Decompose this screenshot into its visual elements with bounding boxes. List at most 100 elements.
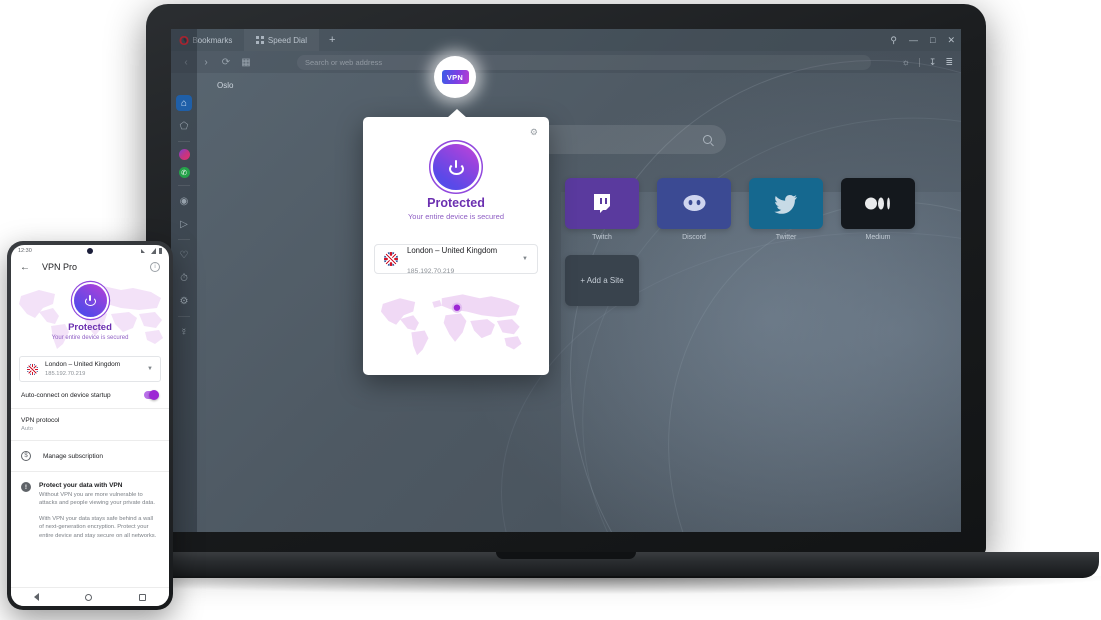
opera-browser-window: ♥ Bookmarks Speed Dial + ⚲ — □ ✕ ‹ › ⟳ ▦… — [171, 29, 961, 532]
browser-sidebar: O ⌂ ⬠ ✆ ◉ ▷ ♡ ⏱ ⚙ ☿ — [171, 29, 197, 532]
location-marker — [453, 304, 461, 311]
twitter-icon — [749, 178, 823, 229]
new-tab-button[interactable]: + — [319, 34, 345, 46]
back-nav-icon[interactable] — [34, 593, 40, 601]
snapshot-icon[interactable]: ☼ — [902, 57, 910, 67]
phone-vpn-hero: Protected Your entire device is secured — [11, 278, 169, 351]
home-nav-icon[interactable] — [85, 593, 93, 601]
laptop-shadow — [26, 576, 1101, 594]
address-placeholder: Search or web address — [305, 57, 383, 67]
vpn-power-button[interactable] — [433, 144, 479, 190]
vpn-location-selector[interactable]: London – United Kingdom 185.192.70.219 ▼ — [374, 244, 538, 275]
uk-flag-icon — [27, 363, 38, 375]
world-map — [374, 283, 538, 359]
address-bar-right-icons: ☼ ↧ ≣ — [902, 51, 953, 73]
laptop-screen: ♥ Bookmarks Speed Dial + ⚲ — □ ✕ ‹ › ⟳ ▦… — [171, 29, 961, 532]
weather-city: Oslo — [217, 81, 234, 90]
vpn-status-title: Protected — [427, 196, 485, 210]
opera-logo[interactable]: O — [176, 32, 192, 48]
speed-dial-page: Oslo Search the web — [197, 73, 961, 532]
chevron-down-icon[interactable]: ▼ — [147, 366, 153, 372]
easy-setup-icon[interactable]: ≣ — [945, 57, 953, 68]
pinboards-icon[interactable]: ⬠ — [176, 118, 192, 134]
vpn-protocol-row[interactable]: VPN protocol Auto — [11, 409, 169, 441]
home-icon[interactable]: ⌂ — [176, 95, 192, 111]
magnifier-icon[interactable] — [703, 135, 712, 144]
vpn-power-button[interactable] — [73, 284, 107, 317]
forward-icon[interactable]: › — [201, 57, 211, 68]
reload-icon[interactable]: ⟳ — [221, 57, 231, 68]
info-icon[interactable]: i — [150, 262, 160, 272]
tab-label: Bookmarks — [192, 35, 233, 45]
address-input[interactable]: Search or web address — [297, 54, 871, 70]
instagram-icon[interactable] — [178, 149, 190, 160]
vpn-status-subtitle: Your entire device is secured — [51, 335, 129, 341]
autoconnect-toggle[interactable] — [144, 390, 159, 400]
speed-dial-item-medium[interactable]: Medium — [841, 178, 915, 241]
divider — [178, 141, 190, 142]
vpn-status-title: Protected — [68, 322, 112, 333]
back-arrow-icon[interactable]: ← — [20, 262, 30, 273]
speed-dial-item-twitter[interactable]: Twitter — [749, 178, 823, 241]
tab-speed-dial[interactable]: Speed Dial — [244, 29, 319, 51]
camera-notch — [87, 247, 93, 254]
divider — [178, 316, 190, 317]
info-filled-icon: ! — [21, 482, 31, 492]
telegram-icon[interactable]: ▷ — [176, 216, 192, 232]
downloads-icon[interactable]: ↧ — [929, 57, 937, 68]
vpn-location-name: London – United Kingdom — [407, 246, 498, 255]
divider — [178, 239, 190, 240]
vpn-protocol-value: Auto — [21, 426, 33, 432]
vpn-location-ip: 185.192.70.219 — [45, 370, 86, 377]
settings-gear-icon[interactable]: ⚙ — [530, 127, 538, 138]
discord-icon — [657, 178, 731, 229]
whatsapp-icon[interactable]: ✆ — [178, 167, 190, 178]
speed-dial-item-twitch[interactable]: Twitch — [565, 178, 639, 241]
chevron-down-icon[interactable]: ▼ — [522, 256, 528, 262]
wifi-icon — [151, 247, 156, 254]
speed-dial-item-discord[interactable]: Discord — [657, 178, 731, 241]
signal-icon — [140, 248, 149, 253]
history-icon[interactable]: ⏱ — [176, 270, 192, 286]
speed-dial-label: Medium — [865, 234, 891, 241]
recents-nav-icon[interactable] — [138, 593, 146, 601]
laptop-device: ♥ Bookmarks Speed Dial + ⚲ — □ ✕ ‹ › ⟳ ▦… — [26, 4, 1101, 594]
vpn-status-subtitle: Your entire device is secured — [407, 212, 505, 221]
add-site-label: + Add a Site — [580, 276, 624, 285]
vpn-location-ip: 185.192.70.219 — [407, 268, 455, 275]
minimize-icon[interactable]: — — [909, 35, 918, 45]
close-icon[interactable]: ✕ — [947, 35, 955, 45]
weather-widget[interactable]: Oslo — [217, 81, 233, 90]
power-icon — [448, 159, 464, 175]
phone-device: 12:30 ← VPN Pro i Protected Your entire … — [7, 241, 173, 610]
search-icon[interactable]: ⚲ — [890, 35, 897, 45]
maximize-icon[interactable]: □ — [930, 35, 935, 45]
protect-info-block: ! Protect your data with VPN Without VPN… — [11, 472, 169, 540]
vpn-location-name: London – United Kingdom — [45, 360, 121, 368]
protect-title: Protect your data with VPN — [39, 482, 123, 489]
tab-label: Speed Dial — [267, 35, 307, 45]
search-bulb-icon[interactable]: ☿ — [176, 324, 192, 340]
add-site-button[interactable]: + Add a Site — [565, 255, 639, 318]
phone-status-bar: 12:30 — [11, 245, 169, 256]
window-controls: ⚲ — □ ✕ — [890, 29, 955, 51]
battery-icon — [158, 247, 162, 254]
vpn-location-selector[interactable]: London – United Kingdom 185.192.70.219 ▼ — [19, 356, 161, 382]
player-icon[interactable]: ◉ — [176, 193, 192, 209]
laptop-base-lip — [496, 552, 636, 559]
autoconnect-row[interactable]: Auto-connect on device startup — [11, 382, 169, 409]
speeddial-icon[interactable]: ▦ — [241, 57, 251, 68]
vpn-badge[interactable]: VPN — [441, 70, 469, 84]
vpn-popup-panel: ⚙ Protected Your entire device is secure… — [363, 109, 549, 375]
autoconnect-label: Auto-connect on device startup — [21, 391, 111, 399]
speed-dial-label: Twitch — [592, 234, 612, 241]
uk-flag-icon — [384, 252, 398, 266]
medium-icon — [841, 178, 915, 229]
vpn-badge-highlight: VPN — [434, 56, 476, 98]
speed-dial-label: Discord — [682, 234, 706, 241]
browser-address-bar: ‹ › ⟳ ▦ Search or web address — [171, 51, 961, 73]
manage-subscription-row[interactable]: $ Manage subscription — [11, 441, 169, 472]
settings-gear-icon[interactable]: ⚙ — [176, 293, 192, 309]
bookmarks-heart-icon[interactable]: ♡ — [176, 247, 192, 263]
coin-icon: $ — [21, 451, 31, 461]
